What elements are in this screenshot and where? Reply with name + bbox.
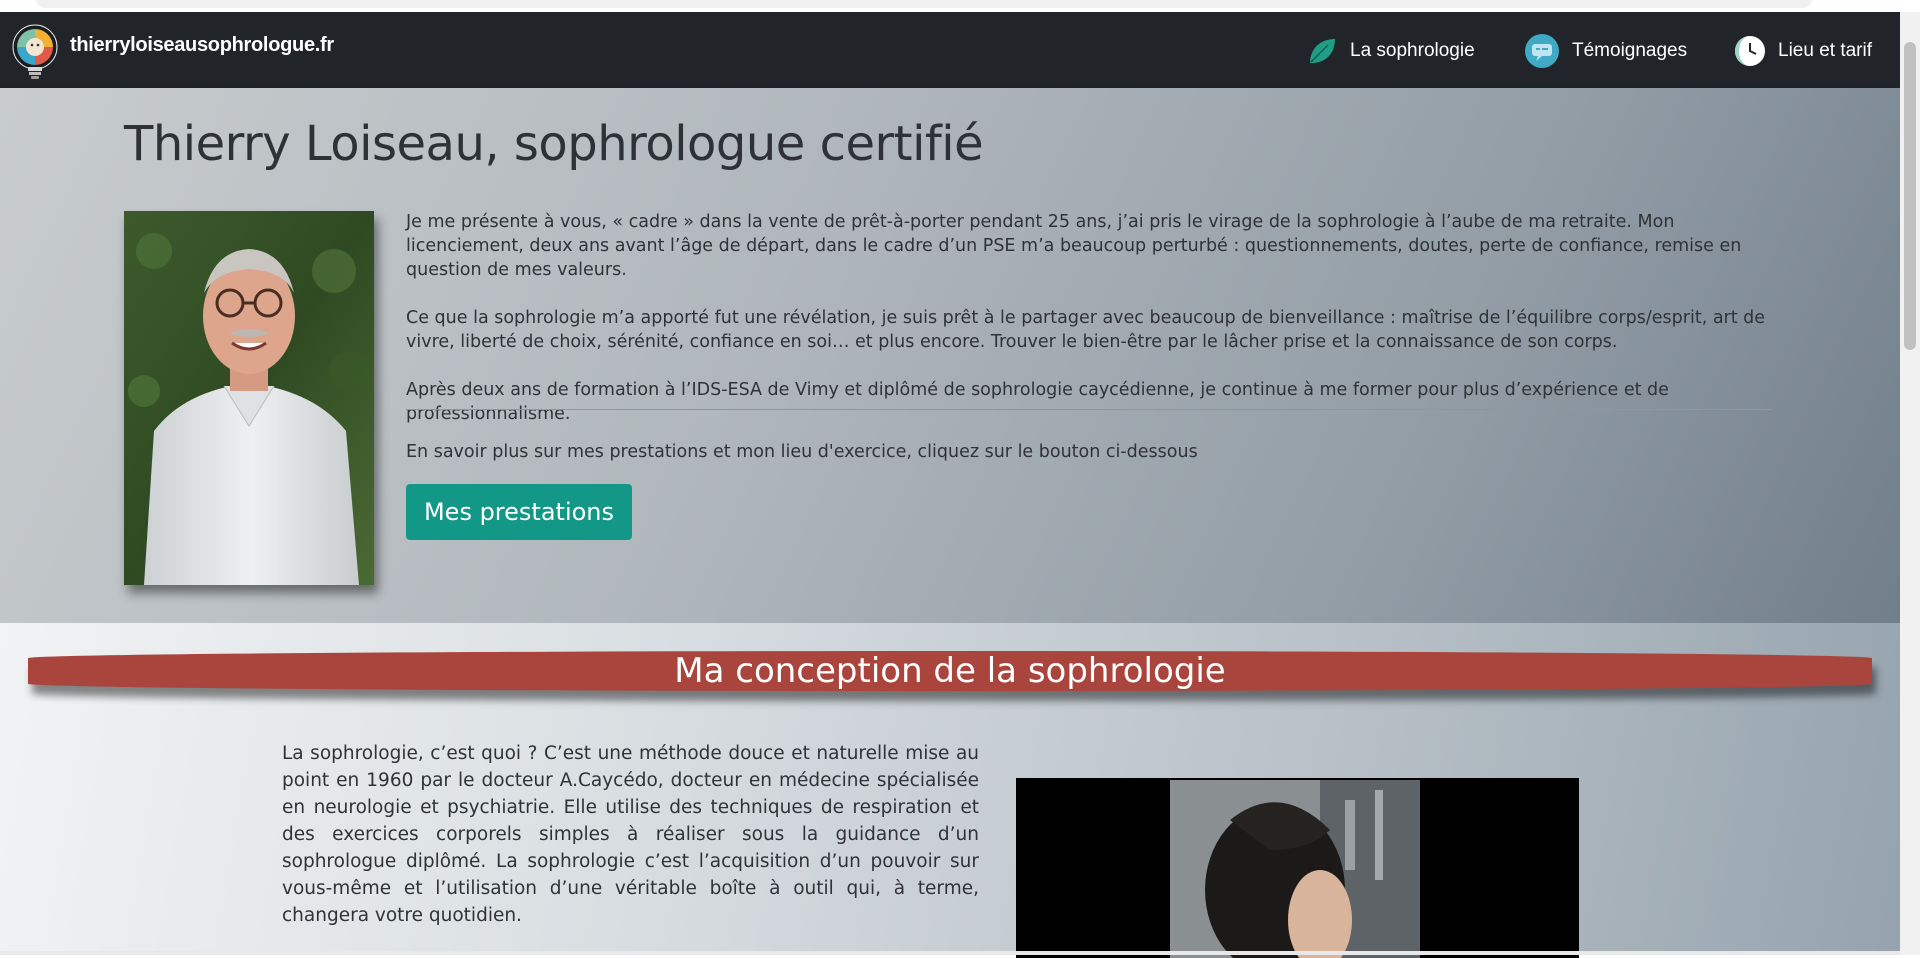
- moon-clock-icon: [1735, 36, 1765, 66]
- intro-paragraph: Après deux ans de formation à l’IDS-ESA …: [406, 380, 1669, 424]
- intro-paragraph: Ce que la sophrologie m’a apporté fut un…: [406, 308, 1766, 352]
- nav-item-la-sophrologie[interactable]: La sophrologie: [1306, 33, 1475, 69]
- browser-address-area: [36, 0, 1812, 8]
- nav-item-lieu-et-tarif[interactable]: Lieu et tarif: [1734, 33, 1872, 69]
- nav-item-label: La sophrologie: [1350, 40, 1475, 61]
- nav-item-label: Lieu et tarif: [1778, 40, 1872, 61]
- scrollbar[interactable]: [1900, 12, 1920, 955]
- leaf-icon: [1310, 39, 1335, 63]
- video-player[interactable]: [1016, 778, 1579, 958]
- nav-item-temoignages[interactable]: Témoignages: [1524, 33, 1687, 69]
- section-text: La sophrologie, c’est quoi ? C’est une m…: [282, 743, 979, 926]
- speech-bubble-icon: [1525, 34, 1559, 68]
- mes-prestations-button[interactable]: Mes prestations: [406, 484, 632, 540]
- lightbulb-face-logo-icon[interactable]: [10, 23, 60, 83]
- navbar: thierryloiseausophrologue.fr La sophrolo…: [0, 12, 1900, 88]
- site-name[interactable]: thierryloiseausophrologue.fr: [70, 34, 334, 57]
- section-ribbon: Ma conception de la sophrologie: [28, 651, 1872, 691]
- scrollbar-thumb[interactable]: [1904, 42, 1916, 350]
- intro-paragraph: Je me présente à vous, « cadre » dans la…: [406, 212, 1742, 280]
- browser-top-strip: [0, 0, 1920, 12]
- cta-text: En savoir plus sur mes prestations et mo…: [406, 442, 1198, 462]
- divider: [406, 409, 1772, 410]
- page-title: Thierry Loiseau, sophrologue certifié: [124, 116, 984, 172]
- video-thumbnail: [1170, 780, 1420, 958]
- nav-item-label: Témoignages: [1572, 40, 1688, 61]
- hero-section: Thierry Loiseau, sophrologue certifié Je…: [0, 88, 1900, 623]
- section-title: Ma conception de la sophrologie: [674, 651, 1226, 691]
- conception-section: Ma conception de la sophrologie La sophr…: [0, 623, 1900, 958]
- portrait-photo: [124, 211, 374, 585]
- intro-text: Je me présente à vous, « cadre » dans la…: [406, 210, 1774, 450]
- browser-bottom-edge: [0, 951, 1900, 955]
